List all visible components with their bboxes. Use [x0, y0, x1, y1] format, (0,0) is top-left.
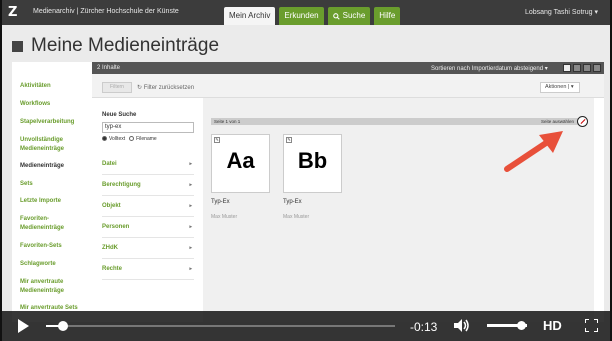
media-thumbnail[interactable]: ✎ Bb — [283, 134, 342, 193]
fullscreen-icon[interactable] — [585, 319, 598, 332]
result-count: 2 Inhalte — [97, 65, 121, 71]
video-player-controls: -0:13 HD — [2, 311, 612, 341]
radio-volltext[interactable]: Volltext — [102, 136, 125, 142]
tab-label: Hilfe — [379, 11, 396, 20]
facet-objekt[interactable]: Objekt ▸ — [102, 203, 194, 217]
media-type-icon: ✎ — [214, 137, 220, 143]
chevron-right-icon: ▸ — [189, 266, 192, 272]
tab-label: Suche — [342, 11, 366, 20]
radio-dot-icon — [129, 136, 135, 142]
hd-toggle[interactable]: HD — [543, 318, 562, 333]
sidebar: Aktivitäten Workflows Stapelverarbeitung… — [12, 62, 92, 322]
volume-handle[interactable] — [517, 321, 526, 330]
volume-icon[interactable] — [454, 318, 470, 333]
chevron-right-icon: ▸ — [189, 224, 192, 230]
tiles-view-icon[interactable] — [573, 64, 581, 72]
facet-rechte[interactable]: Rechte ▸ — [102, 266, 194, 280]
main-panel: 2 Inhalte Sortieren nach Importierdatum … — [92, 62, 604, 322]
facet-zhdk[interactable]: ZHdK ▸ — [102, 245, 194, 259]
time-remaining: -0:13 — [410, 320, 438, 334]
map-view-icon[interactable] — [593, 64, 601, 72]
seek-handle[interactable] — [58, 321, 69, 331]
tab-label: Mein Archiv — [229, 11, 271, 20]
page-title: Meine Medieneinträge — [31, 35, 220, 56]
toolbar: Filtern ↻ Filter zurücksetzen Aktionen |… — [92, 74, 604, 98]
zhdk-logo[interactable]: Z — [8, 5, 17, 20]
sidebar-item-unvollstaendige[interactable]: Unvollständige Medieneinträge — [20, 136, 90, 154]
browser-frame: Z Medienarchiv | Zürcher Hochschule der … — [0, 0, 612, 341]
list-view-icon[interactable] — [583, 64, 591, 72]
page-select-label[interactable]: Seite auswählen — [541, 119, 574, 124]
sidebar-item-aktivitaeten[interactable]: Aktivitäten — [20, 82, 90, 91]
thumbnail-glyph: Aa — [226, 148, 255, 173]
search-icon — [332, 12, 340, 20]
media-type-icon: ✎ — [286, 137, 292, 143]
tab-mein-archiv[interactable]: Mein Archiv — [224, 7, 276, 25]
sidebar-item-favoriten-medieneintraege[interactable]: Favoriten-Medieneinträge — [20, 215, 90, 233]
radio-label: Volltext — [109, 136, 126, 142]
facet-label: ZHdK — [102, 245, 118, 251]
filter-button[interactable]: Filtern — [102, 82, 132, 93]
facet-label: Personen — [102, 224, 130, 230]
search-input[interactable]: typ-ex — [102, 122, 194, 133]
actions-dropdown[interactable]: Aktionen | ▾ — [540, 82, 580, 93]
media-title[interactable]: Typ-Ex — [211, 199, 230, 205]
facet-personen[interactable]: Personen ▸ — [102, 224, 194, 238]
media-author: Max Muster — [211, 214, 238, 220]
media-thumbnail[interactable]: ✎ Aa — [211, 134, 270, 193]
facet-berechtigung[interactable]: Berechtigung ▸ — [102, 182, 194, 196]
chevron-right-icon: ▸ — [189, 245, 192, 251]
tab-hilfe[interactable]: Hilfe — [374, 7, 401, 25]
tab-suche[interactable]: Suche — [327, 7, 371, 25]
play-icon[interactable] — [18, 319, 29, 333]
chevron-right-icon: ▸ — [189, 161, 192, 167]
annotation-arrow-icon — [504, 131, 563, 172]
facet-label: Rechte — [102, 266, 123, 272]
seek-bar[interactable] — [46, 325, 395, 327]
page-title-square-icon — [12, 40, 23, 52]
sidebar-item-stapelverarbeitung[interactable]: Stapelverarbeitung — [20, 118, 90, 127]
facet-label: Berechtigung — [102, 182, 141, 188]
sidebar-item-medieneintraege[interactable]: Medieneinträge — [20, 162, 90, 171]
media-title[interactable]: Typ-Ex — [283, 199, 302, 205]
top-navbar: Z Medienarchiv | Zürcher Hochschule der … — [2, 0, 610, 25]
page-indicator: Seite 1 von 1 — [214, 119, 241, 124]
sidebar-item-anvertraute-medieneintraege[interactable]: Mir anvertraute Medieneinträge — [20, 278, 90, 296]
sidebar-item-favoriten-sets[interactable]: Favoriten-Sets — [20, 242, 90, 251]
filter-reset-label: Filter zurücksetzen — [143, 85, 195, 91]
chevron-right-icon: ▸ — [189, 182, 192, 188]
sidebar-item-workflows[interactable]: Workflows — [20, 100, 90, 109]
sidebar-item-sets[interactable]: Sets — [20, 180, 90, 189]
page-header: Meine Medieneinträge — [12, 35, 219, 57]
site-title[interactable]: Medienarchiv | Zürcher Hochschule der Kü… — [33, 8, 179, 15]
main-nav: Mein Archiv Erkunden Suche Hilfe — [224, 7, 401, 25]
radio-filename[interactable]: Filename — [129, 136, 157, 142]
search-mode: Volltext Filename — [102, 136, 197, 142]
media-author: Max Muster — [283, 214, 310, 220]
user-menu[interactable]: Lobsang Tashi Sotrug ▾ — [525, 8, 598, 16]
view-switcher — [563, 64, 601, 72]
tab-erkunden[interactable]: Erkunden — [279, 7, 324, 25]
grid-view-icon[interactable] — [563, 64, 571, 72]
facet-label: Datei — [102, 161, 117, 167]
sort-dropdown[interactable]: Sortieren nach Importierdatum absteigend… — [431, 65, 548, 72]
radio-label: Filename — [136, 136, 157, 142]
chevron-right-icon: ▸ — [189, 203, 192, 209]
sidebar-item-schlagworte[interactable]: Schlagworte — [20, 260, 90, 269]
radio-dot-icon — [102, 136, 107, 142]
actions-label: Aktionen — [545, 84, 567, 90]
facet-datei[interactable]: Datei ▸ — [102, 161, 194, 175]
facet-label: Objekt — [102, 203, 121, 209]
search-label: Neue Suche — [102, 112, 137, 118]
thumbnail-glyph: Bb — [297, 148, 328, 173]
tab-label: Erkunden — [284, 11, 319, 20]
select-page-icon[interactable] — [577, 116, 588, 127]
filter-reset-link[interactable]: ↻ Filter zurücksetzen — [137, 84, 194, 91]
results-header: 2 Inhalte Sortieren nach Importierdatum … — [92, 62, 604, 74]
sidebar-item-letzte-importe[interactable]: Letzte Importe — [20, 197, 90, 206]
pager-bar: Seite 1 von 1 Seite auswählen — [211, 118, 586, 125]
search-panel: Neue Suche typ-ex Volltext Filename — [102, 112, 197, 142]
